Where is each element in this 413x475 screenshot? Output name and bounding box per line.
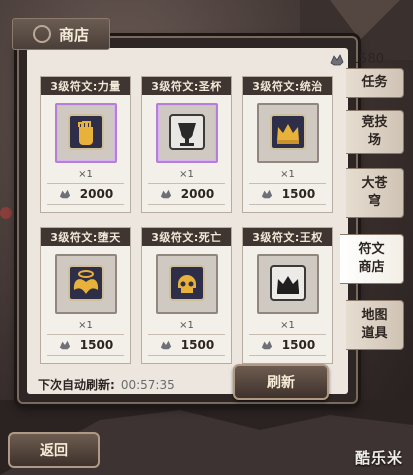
rune-card[interactable]: 3级符文:堕天 ×1 1500 (40, 227, 131, 364)
rune-icon-frame[interactable] (156, 254, 218, 314)
back-button[interactable]: 返回 (8, 432, 100, 468)
card-price: 1500 (249, 183, 326, 205)
shop-title: 商店 (58, 25, 89, 44)
tab-label: 符文 商店 (358, 242, 385, 275)
card-price: 2000 (47, 183, 124, 205)
price-value: 1500 (180, 338, 215, 352)
price-value: 2000 (79, 187, 114, 201)
card-quantity: ×1 (280, 169, 295, 180)
rune-card[interactable]: 3级符文:死亡 ×1 1500 (141, 227, 232, 364)
rune-icon-frame[interactable] (257, 254, 319, 314)
card-title: 3级符文:王权 (243, 228, 332, 246)
refresh-button[interactable]: 刷新 (233, 364, 329, 400)
price-value: 2000 (180, 187, 215, 201)
tab-quests[interactable]: 任务 (346, 68, 404, 98)
card-price: 1500 (249, 334, 326, 356)
currency-balance: 1580 (329, 52, 384, 67)
tab-label: 地图 道具 (361, 308, 388, 341)
rune-currency-icon (59, 340, 70, 350)
card-title: 3级符文:圣杯 (142, 77, 231, 95)
rune-currency-icon (160, 189, 171, 199)
rune-currency-icon (261, 340, 272, 350)
rune-currency-icon (160, 340, 171, 350)
tab-label: 任务 (361, 75, 388, 90)
skull-icon (169, 265, 205, 301)
auto-refresh-timer: 下次自动刷新: 00:57:35 (38, 376, 175, 393)
fist-icon (68, 114, 104, 150)
rune-currency-icon (330, 53, 344, 65)
card-price: 1500 (47, 334, 124, 356)
rune-card[interactable]: 3级符文:圣杯 ×1 2000 (141, 76, 232, 213)
card-quantity: ×1 (179, 169, 194, 180)
tab-arena[interactable]: 竞技场 (346, 110, 404, 154)
tab-label: 大苍穹 (361, 176, 388, 209)
card-title: 3级符文:堕天 (41, 228, 130, 246)
rune-icon-frame[interactable] (156, 103, 218, 163)
card-title: 3级符文:力量 (41, 77, 130, 95)
rune-icon-frame[interactable] (55, 103, 117, 163)
card-price: 1500 (148, 334, 225, 356)
auto-refresh-time: 00:57:35 (120, 378, 175, 392)
rune-card-grid: 3级符文:力量 ×1 2000 3级符文:圣杯 ×1 2000 3级符文:统治 … (40, 76, 344, 364)
price-value: 1500 (281, 187, 316, 201)
auto-refresh-label: 下次自动刷新: (38, 378, 115, 392)
card-quantity: ×1 (78, 320, 93, 331)
rune-icon-frame[interactable] (55, 254, 117, 314)
crown-icon (270, 114, 306, 150)
price-value: 1500 (79, 338, 114, 352)
tab-label: 竞技场 (361, 115, 388, 148)
card-quantity: ×1 (78, 169, 93, 180)
black-crown-icon (270, 265, 306, 301)
tab-map-items[interactable]: 地图 道具 (346, 300, 404, 350)
rune-card[interactable]: 3级符文:力量 ×1 2000 (40, 76, 131, 213)
card-quantity: ×1 (280, 320, 295, 331)
rune-currency-icon (59, 189, 70, 199)
card-title: 3级符文:统治 (243, 77, 332, 95)
card-quantity: ×1 (179, 320, 194, 331)
balance-value: 1580 (350, 52, 384, 67)
rune-icon-frame[interactable] (257, 103, 319, 163)
card-price: 2000 (148, 183, 225, 205)
rune-card[interactable]: 3级符文:统治 ×1 1500 (242, 76, 333, 213)
shop-title-tab: 商店 (12, 18, 110, 50)
card-title: 3级符文:死亡 (142, 228, 231, 246)
tab-sky[interactable]: 大苍穹 (346, 168, 404, 218)
rune-currency-icon (261, 189, 272, 199)
winged-halo-icon (68, 265, 104, 301)
price-value: 1500 (281, 338, 316, 352)
rune-card[interactable]: 3级符文:王权 ×1 1500 (242, 227, 333, 364)
tab-rune-shop[interactable]: 符文 商店 (340, 234, 404, 284)
watermark-logo: 酷乐米 (354, 449, 403, 467)
ring-icon (32, 25, 51, 43)
chalice-icon (169, 114, 205, 150)
